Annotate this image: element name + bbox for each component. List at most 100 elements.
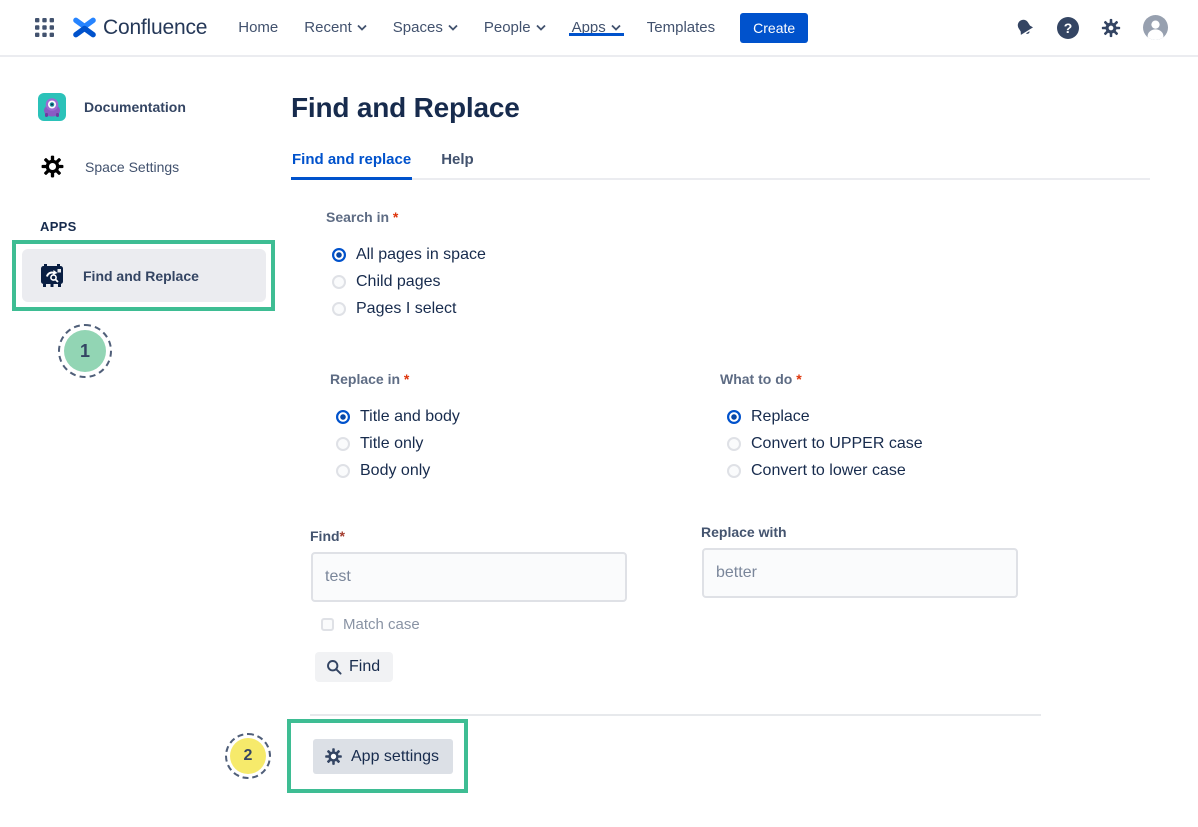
header-left: Confluence Home Recent Spaces People xyxy=(28,0,808,55)
section-divider xyxy=(310,714,1041,716)
nav-item-apps[interactable]: Apps xyxy=(559,19,634,36)
radio-label: Title only xyxy=(360,435,423,453)
nav-label: Templates xyxy=(647,19,715,36)
annotation-step-number: 1 xyxy=(64,330,106,372)
checkbox-icon[interactable] xyxy=(321,618,334,631)
sidebar-item-find-and-replace[interactable]: Find and Replace xyxy=(22,249,266,302)
replace-with-input[interactable] xyxy=(702,548,1018,598)
label-text: Search in xyxy=(326,209,393,225)
find-button[interactable]: Find xyxy=(315,652,393,682)
app-switcher-icon[interactable] xyxy=(28,12,60,44)
label-text: What to do xyxy=(720,371,796,387)
avatar xyxy=(1143,15,1168,40)
nav-item-home[interactable]: Home xyxy=(225,19,291,36)
sidebar-item-label: Space Settings xyxy=(85,159,179,175)
annotation-step-1: 1 xyxy=(58,324,112,378)
radio-selected-icon[interactable] xyxy=(336,410,350,424)
radio-selected-icon[interactable] xyxy=(332,248,346,262)
nav-item-people[interactable]: People xyxy=(471,19,559,36)
radio-icon[interactable] xyxy=(332,302,346,316)
radio-convert-lower[interactable]: Convert to lower case xyxy=(727,460,906,482)
nav-label: Spaces xyxy=(393,19,443,36)
radio-pages-i-select[interactable]: Pages I select xyxy=(332,298,457,320)
radio-label: Convert to UPPER case xyxy=(751,435,923,453)
confluence-page: Confluence Home Recent Spaces People xyxy=(0,0,1198,827)
logo-wordmark: Confluence xyxy=(103,16,207,40)
tab-help[interactable]: Help xyxy=(440,149,475,180)
radio-label: All pages in space xyxy=(356,246,486,264)
radio-label: Pages I select xyxy=(356,300,457,318)
required-asterisk: * xyxy=(796,371,801,387)
confluence-mark-icon xyxy=(72,16,97,39)
find-input[interactable] xyxy=(311,552,627,602)
space-monster-icon xyxy=(38,93,66,121)
radio-icon[interactable] xyxy=(727,464,741,478)
radio-icon[interactable] xyxy=(727,437,741,451)
tab-find-and-replace[interactable]: Find and replace xyxy=(291,149,412,180)
radio-convert-upper[interactable]: Convert to UPPER case xyxy=(727,433,923,455)
nav-label: Home xyxy=(238,19,278,36)
radio-all-pages-in-space[interactable]: All pages in space xyxy=(332,244,486,266)
sidebar-item-label: Documentation xyxy=(84,99,186,115)
replace-in-label: Replace in * xyxy=(330,371,409,387)
page-title: Find and Replace xyxy=(291,92,520,124)
chevron-down-icon xyxy=(536,24,546,31)
search-in-label: Search in * xyxy=(326,209,398,225)
gear-icon xyxy=(324,747,343,766)
radio-label: Title and body xyxy=(360,408,460,426)
search-icon xyxy=(326,659,342,675)
create-button[interactable]: Create xyxy=(740,13,808,43)
radio-label: Body only xyxy=(360,462,430,480)
checkbox-label: Match case xyxy=(343,616,420,633)
radio-label: Replace xyxy=(751,408,810,426)
sidebar-item-space-settings[interactable]: Space Settings xyxy=(40,154,179,179)
nav-label: People xyxy=(484,19,531,36)
primary-nav: Home Recent Spaces People Apps xyxy=(225,19,728,36)
radio-child-pages[interactable]: Child pages xyxy=(332,271,441,293)
radio-label: Child pages xyxy=(356,273,441,291)
match-case-option[interactable]: Match case xyxy=(321,616,420,633)
radio-selected-icon[interactable] xyxy=(727,410,741,424)
nav-item-recent[interactable]: Recent xyxy=(291,19,380,36)
nav-item-spaces[interactable]: Spaces xyxy=(380,19,471,36)
radio-title-and-body[interactable]: Title and body xyxy=(336,406,460,428)
annotation-step-2: 2 xyxy=(225,733,271,779)
gear-icon xyxy=(40,154,65,179)
grid-icon xyxy=(35,18,54,37)
radio-label: Convert to lower case xyxy=(751,462,906,480)
radio-icon[interactable] xyxy=(336,437,350,451)
label-text: Replace in xyxy=(330,371,404,387)
app-settings-button[interactable]: App settings xyxy=(313,739,453,774)
find-replace-app-icon xyxy=(37,261,67,291)
radio-icon[interactable] xyxy=(336,464,350,478)
button-label: Find xyxy=(349,658,380,676)
label-text: Replace with xyxy=(701,524,787,540)
chevron-down-icon xyxy=(611,24,621,31)
radio-body-only[interactable]: Body only xyxy=(336,460,430,482)
nav-label: Recent xyxy=(304,19,352,36)
replace-with-label: Replace with xyxy=(701,524,787,540)
gear-icon xyxy=(1100,17,1122,39)
button-label: App settings xyxy=(351,748,439,766)
find-label: Find* xyxy=(310,528,345,544)
annotation-step-number: 2 xyxy=(230,738,266,774)
radio-title-only[interactable]: Title only xyxy=(336,433,423,455)
radio-replace[interactable]: Replace xyxy=(727,406,810,428)
top-navigation-bar: Confluence Home Recent Spaces People xyxy=(0,0,1198,57)
nav-item-templates[interactable]: Templates xyxy=(634,19,728,36)
help-button[interactable]: ? xyxy=(1057,17,1079,39)
nav-label: Apps xyxy=(572,19,606,36)
bell-icon xyxy=(1010,12,1040,42)
radio-icon[interactable] xyxy=(332,275,346,289)
settings-button[interactable] xyxy=(1100,17,1122,39)
notifications-button[interactable] xyxy=(1014,17,1036,39)
help-icon: ? xyxy=(1057,17,1079,39)
sidebar-item-documentation[interactable]: Documentation xyxy=(38,93,186,121)
confluence-logo[interactable]: Confluence xyxy=(72,16,207,40)
what-to-do-label: What to do * xyxy=(720,371,802,387)
required-asterisk: * xyxy=(404,371,409,387)
profile-button[interactable] xyxy=(1143,15,1168,40)
header-right: ? xyxy=(1014,0,1168,55)
chevron-down-icon xyxy=(357,24,367,31)
required-asterisk: * xyxy=(340,528,345,544)
